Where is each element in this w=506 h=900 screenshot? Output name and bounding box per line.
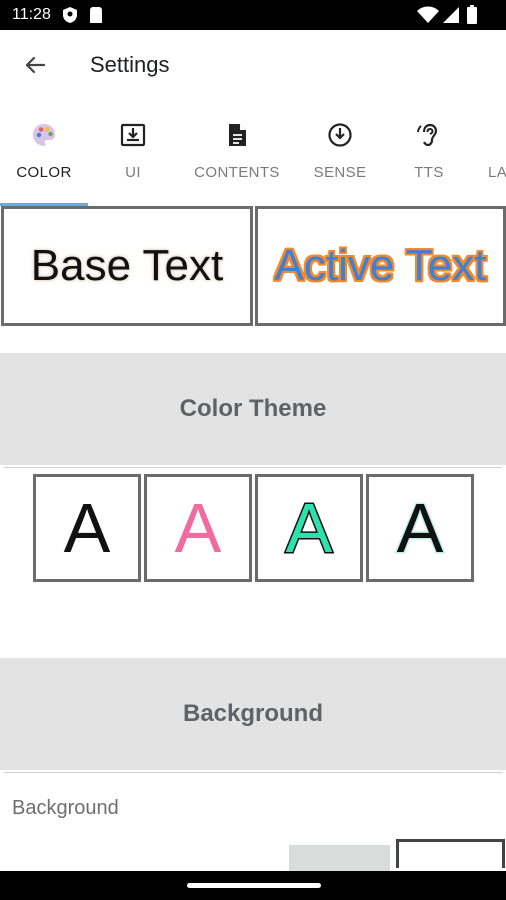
wifi-icon: [417, 6, 439, 23]
tab-ui[interactable]: UI: [88, 102, 178, 206]
tab-label: TTS: [414, 164, 444, 181]
status-bar: 11:28: [0, 0, 506, 30]
tab-tts[interactable]: TTS: [386, 102, 472, 206]
base-text-sample: Base Text: [30, 241, 224, 290]
divider: [4, 467, 502, 468]
svg-text:A: A: [64, 497, 111, 559]
theme-letter-a: A: [395, 497, 445, 559]
svg-text:A: A: [286, 497, 333, 559]
background-header: Background: [0, 658, 506, 770]
arrow-left-icon[interactable]: [20, 50, 50, 80]
tab-color[interactable]: COLOR: [0, 102, 88, 206]
palette-icon: [33, 124, 55, 146]
active-text-sample: Active Text: [274, 241, 487, 290]
app-bar: Settings: [0, 30, 506, 102]
shield-icon: [63, 7, 77, 23]
page-title: Settings: [90, 52, 170, 77]
theme-letter-a: A: [64, 497, 111, 559]
home-gesture-handle[interactable]: [187, 883, 321, 888]
theme-letter-a: A: [175, 497, 222, 559]
color-theme-option-pink[interactable]: A: [144, 474, 252, 582]
cell-signal-icon: [443, 7, 459, 23]
sim-card-icon: [90, 7, 102, 23]
tab-contents[interactable]: CONTENTS: [186, 102, 288, 206]
tab-la[interactable]: LA: [474, 102, 506, 206]
background-label: Background: [12, 797, 119, 819]
download-box-icon: [120, 123, 146, 147]
hearing-icon: [417, 123, 438, 147]
background-swatch-white[interactable]: [396, 839, 505, 868]
circle-down-arrow-icon: [328, 123, 352, 147]
settings-tab-bar: COLOR UI CONTENTS SENSE TTS LA: [0, 102, 506, 206]
tab-label: UI: [125, 164, 141, 181]
tab-label: SENSE: [313, 164, 367, 181]
divider: [4, 772, 502, 773]
background-swatch-gray[interactable]: [289, 845, 390, 871]
active-text-preview[interactable]: Active Text: [255, 206, 506, 326]
tab-label: LA: [488, 164, 506, 181]
document-icon: [229, 124, 246, 146]
color-theme-option-green[interactable]: A: [255, 474, 363, 582]
tab-label: CONTENTS: [194, 164, 280, 181]
color-theme-option-outline[interactable]: A: [366, 474, 474, 582]
theme-letter-a: A: [284, 497, 334, 559]
tab-sense[interactable]: SENSE: [296, 102, 384, 206]
base-text-preview[interactable]: Base Text: [1, 206, 253, 326]
svg-text:A: A: [175, 497, 222, 559]
system-nav-bar: [0, 871, 506, 900]
status-time: 11:28: [12, 6, 51, 23]
svg-text:A: A: [397, 497, 444, 559]
battery-icon: [467, 5, 477, 24]
tab-label: COLOR: [16, 164, 72, 181]
color-theme-header: Color Theme: [0, 353, 506, 465]
color-theme-option-black[interactable]: A: [33, 474, 141, 582]
